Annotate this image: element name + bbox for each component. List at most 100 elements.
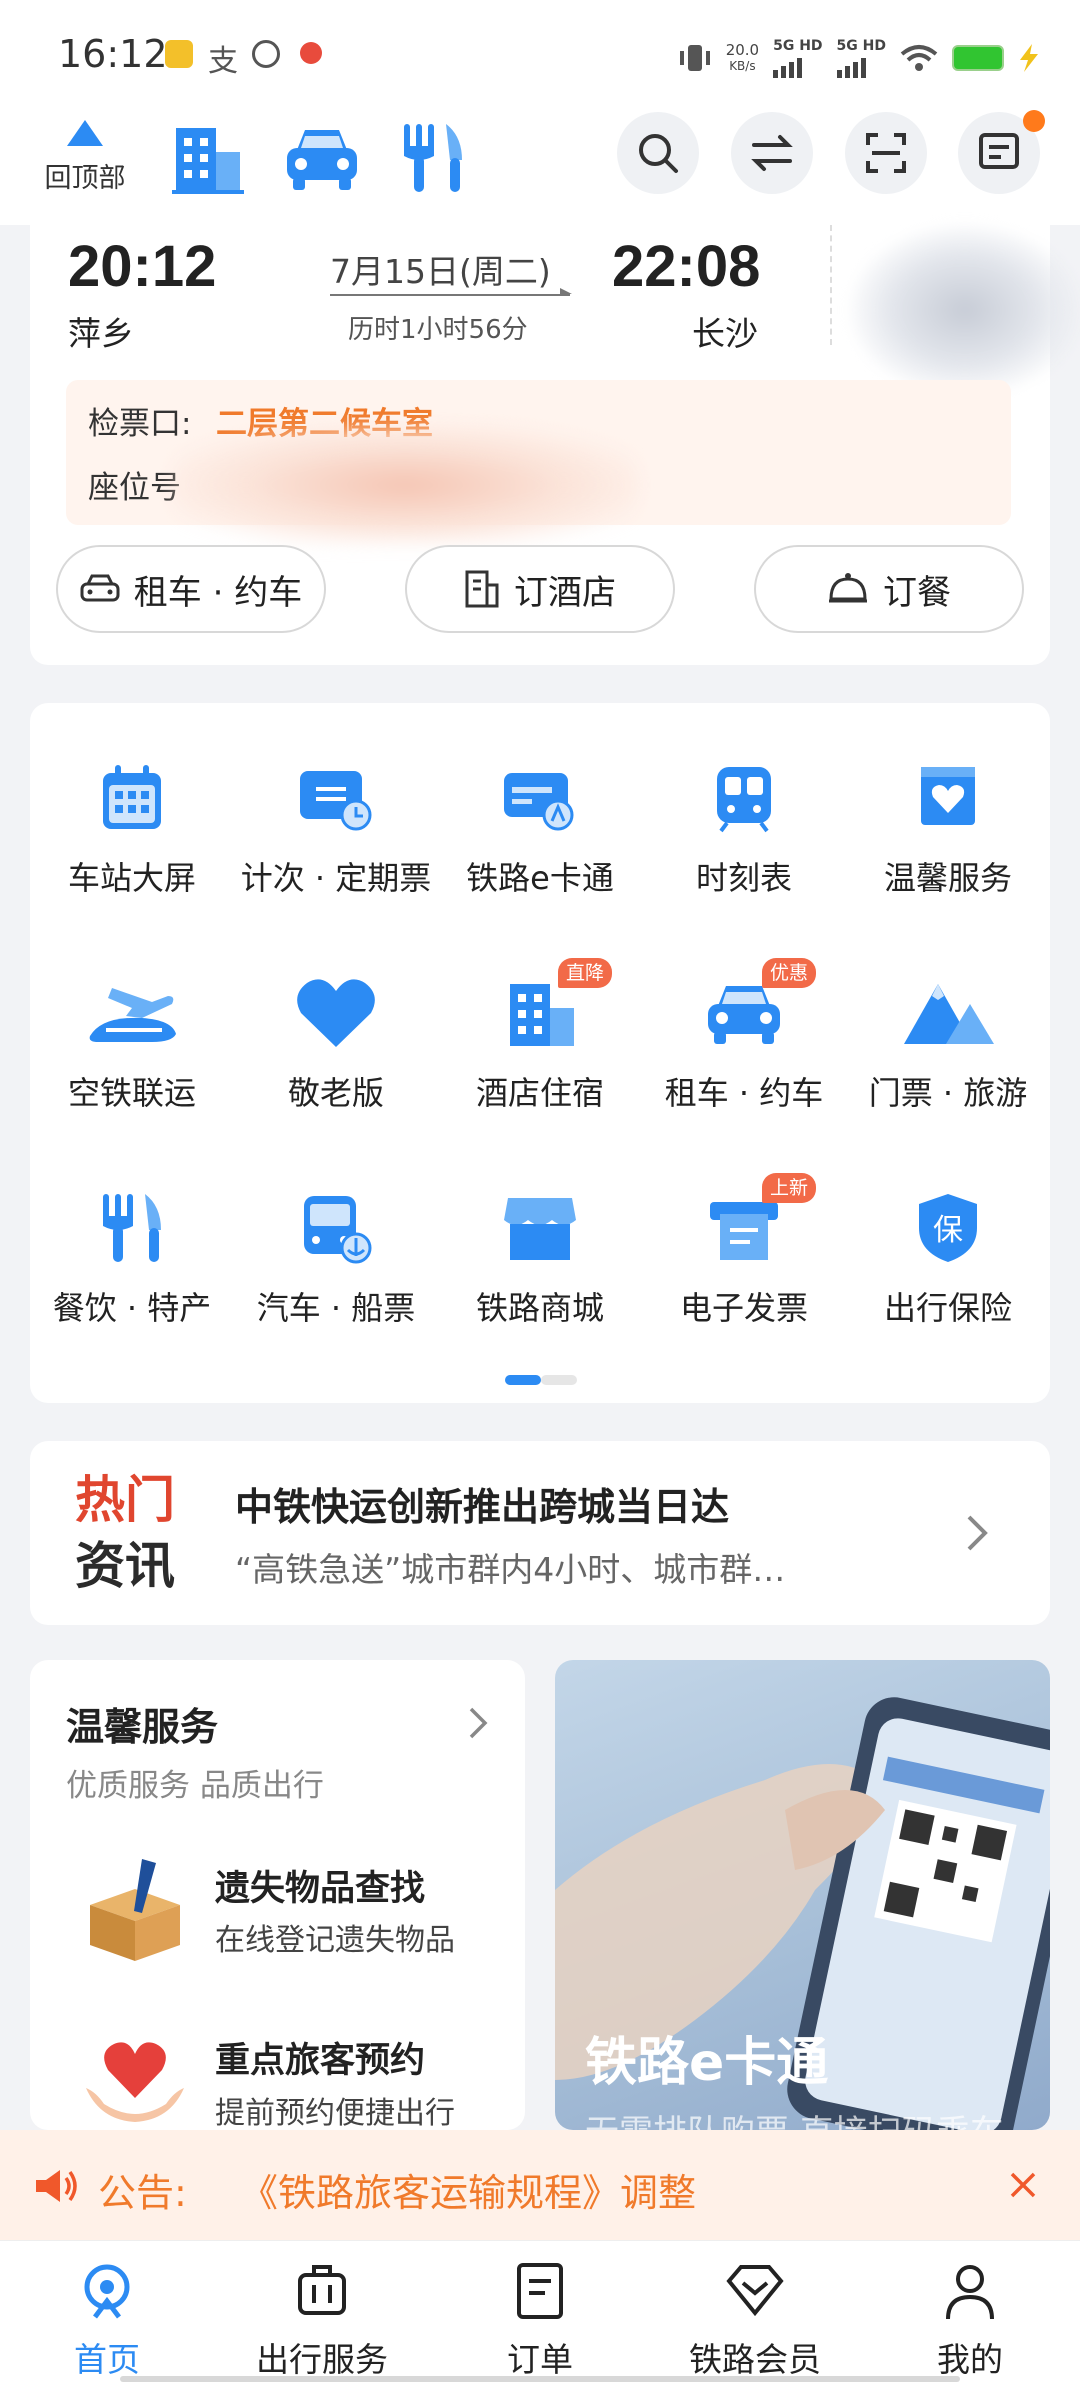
- chevron-right-icon: [967, 1515, 988, 1551]
- shield-icon: 保: [919, 1194, 977, 1262]
- grid-item-label: 出行保险: [883, 1289, 1012, 1327]
- car-icon: [708, 986, 780, 1044]
- rail-card-promo[interactable]: 铁路e卡通 无需排队购票 直接扫码乘车: [555, 1660, 1050, 2130]
- grid-item-mall[interactable]: 铁路商城: [438, 1173, 642, 1329]
- grid-item-hotel[interactable]: 直降 酒店住宿: [438, 958, 642, 1114]
- order-meal-button[interactable]: 订餐: [754, 545, 1024, 633]
- grid-item-label: 电子发票: [679, 1289, 808, 1327]
- app-notification-icon: [252, 40, 280, 68]
- user-icon: [946, 2265, 994, 2320]
- calendar-icon: [103, 765, 161, 829]
- notice-label: 公告:: [98, 2171, 187, 2215]
- status-bar: 16:12 支 20.0 KB/s 5G HD 5G HD: [0, 0, 1080, 110]
- unread-dot: [1023, 110, 1045, 132]
- service-item-sub: 在线登记遗失物品: [215, 1923, 455, 1958]
- service-item-sub: 提前预约便捷出行: [215, 2096, 455, 2130]
- back-to-top-label: 回顶部: [44, 163, 126, 194]
- grid-item-label: 车站大屏: [67, 859, 196, 897]
- grid-item-rail-card[interactable]: 铁路e卡通: [438, 743, 642, 899]
- hot-news-tag-line1: 热门: [75, 1470, 175, 1529]
- hot-news-card[interactable]: 热门 资讯 中铁快运创新推出跨城当日达 “高铁急送”城市群内4小时、城市群…: [30, 1441, 1050, 1625]
- signal-icon: [773, 54, 822, 78]
- service-title: 温馨服务: [66, 1705, 219, 1749]
- top-nav: 回顶部: [0, 110, 1080, 225]
- vibrate-icon: [679, 45, 710, 71]
- blurred-qr: [850, 225, 1080, 395]
- status-time: 16:12: [58, 32, 168, 76]
- grid-item-tickets-travel[interactable]: 门票 · 旅游: [846, 958, 1050, 1114]
- home-indicator[interactable]: [120, 2376, 960, 2382]
- message-icon: [979, 133, 1019, 169]
- svg-text:保: 保: [933, 1213, 963, 1248]
- trip-card[interactable]: 20:12 萍乡 7月15日(周二) 历时1小时56分 22:08 长沙 检票口…: [30, 225, 1080, 665]
- box-icon: [90, 1859, 180, 1961]
- grid-item-label: 空铁联运: [67, 1074, 196, 1112]
- grid-item-elder-mode[interactable]: 敬老版: [234, 958, 438, 1114]
- scan-button[interactable]: [845, 112, 927, 194]
- heart-icon: [297, 979, 375, 1047]
- mountain-icon: [904, 984, 994, 1044]
- net-type-2: 5G HD: [836, 38, 886, 54]
- swap-icon: [751, 135, 793, 171]
- grid-item-warm-service[interactable]: 温馨服务: [846, 743, 1050, 899]
- page-dot: [541, 1375, 577, 1385]
- grid-item-label: 门票 · 旅游: [868, 1074, 1028, 1112]
- depart-station: 萍乡: [68, 314, 134, 353]
- tab-label: 我的: [937, 2340, 1003, 2379]
- grid-item-car-rental[interactable]: 优惠 租车 · 约车: [642, 958, 846, 1114]
- tab-label: 首页: [74, 2340, 140, 2379]
- close-icon[interactable]: [1008, 2170, 1038, 2200]
- plane-train-icon: [89, 988, 176, 1042]
- car-icon[interactable]: [283, 120, 361, 196]
- fork-knife-icon[interactable]: [400, 120, 466, 196]
- speaker-icon: [36, 2170, 77, 2202]
- switch-button[interactable]: [731, 112, 813, 194]
- depart-time: 20:12: [68, 234, 217, 299]
- seat-label: 座位号: [88, 470, 181, 506]
- fork-knife-icon: [103, 1194, 161, 1262]
- net-speed-unit: KB/s: [729, 59, 756, 73]
- book-hotel-button[interactable]: 订酒店: [405, 545, 675, 633]
- gate-label: 检票口:: [88, 406, 192, 442]
- grid-item-period-ticket[interactable]: 计次 · 定期票: [234, 743, 438, 899]
- tab-label: 铁路会员: [689, 2340, 821, 2379]
- heart-hands-icon: [86, 2042, 184, 2122]
- grid-item-label: 酒店住宿: [475, 1074, 604, 1112]
- warm-service-card[interactable]: 温馨服务 优质服务 品质出行 遗失物品查找 在线登记遗失物品 重点旅客预约 提前…: [30, 1660, 525, 2130]
- service-item-title: 重点旅客预约: [215, 2041, 426, 2081]
- bottom-tab-bar: 首页 出行服务 订单 铁路会员 我的: [0, 2240, 1080, 2388]
- promo-title: 铁路e卡通: [585, 2033, 829, 2093]
- search-icon: [639, 134, 678, 173]
- grid-item-label: 时刻表: [695, 859, 792, 897]
- grid-item-e-invoice[interactable]: 上新 电子发票: [642, 1173, 846, 1329]
- service-subtitle: 优质服务 品质出行: [66, 1768, 324, 1804]
- home-rail-icon: [84, 2264, 130, 2319]
- tab-mine[interactable]: 我的: [870, 2257, 1070, 2381]
- grid-item-food[interactable]: 餐饮 · 特产: [30, 1173, 234, 1329]
- search-button[interactable]: [617, 112, 699, 194]
- tab-membership[interactable]: 铁路会员: [655, 2257, 855, 2381]
- promo-badge: 直降: [558, 958, 613, 988]
- tab-label: 出行服务: [256, 2340, 388, 2379]
- grid-item-station-screen[interactable]: 车站大屏: [30, 743, 234, 899]
- back-to-top-button[interactable]: 回顶部: [30, 120, 140, 195]
- tab-travel-service[interactable]: 出行服务: [222, 2257, 422, 2381]
- tab-home[interactable]: 首页: [7, 2257, 207, 2381]
- notice-bar[interactable]: 公告: 《铁路旅客运输规程》调整: [0, 2130, 1080, 2240]
- blurred-seat: [170, 425, 640, 545]
- diamond-icon: [726, 2265, 784, 2317]
- rent-car-button[interactable]: 租车 · 约车: [56, 545, 326, 633]
- charging-icon: [1020, 44, 1038, 72]
- grid-item-bus-ship[interactable]: 汽车 · 船票: [234, 1173, 438, 1329]
- battery-icon: [952, 45, 1004, 71]
- grid-item-timetable[interactable]: 时刻表: [642, 743, 846, 899]
- rail-card-icon: [504, 773, 574, 831]
- tab-orders[interactable]: 订单: [440, 2257, 640, 2381]
- grid-item-label: 租车 · 约车: [664, 1074, 824, 1112]
- grid-item-insurance[interactable]: 保 出行保险: [846, 1173, 1050, 1329]
- news-subtitle: “高铁急送”城市群内4小时、城市群…: [235, 1550, 786, 1589]
- hotel-icon[interactable]: [172, 120, 244, 196]
- promo-badge: 上新: [762, 1173, 817, 1203]
- grid-item-air-rail[interactable]: 空铁联运: [30, 958, 234, 1114]
- wifi-icon: [900, 45, 938, 71]
